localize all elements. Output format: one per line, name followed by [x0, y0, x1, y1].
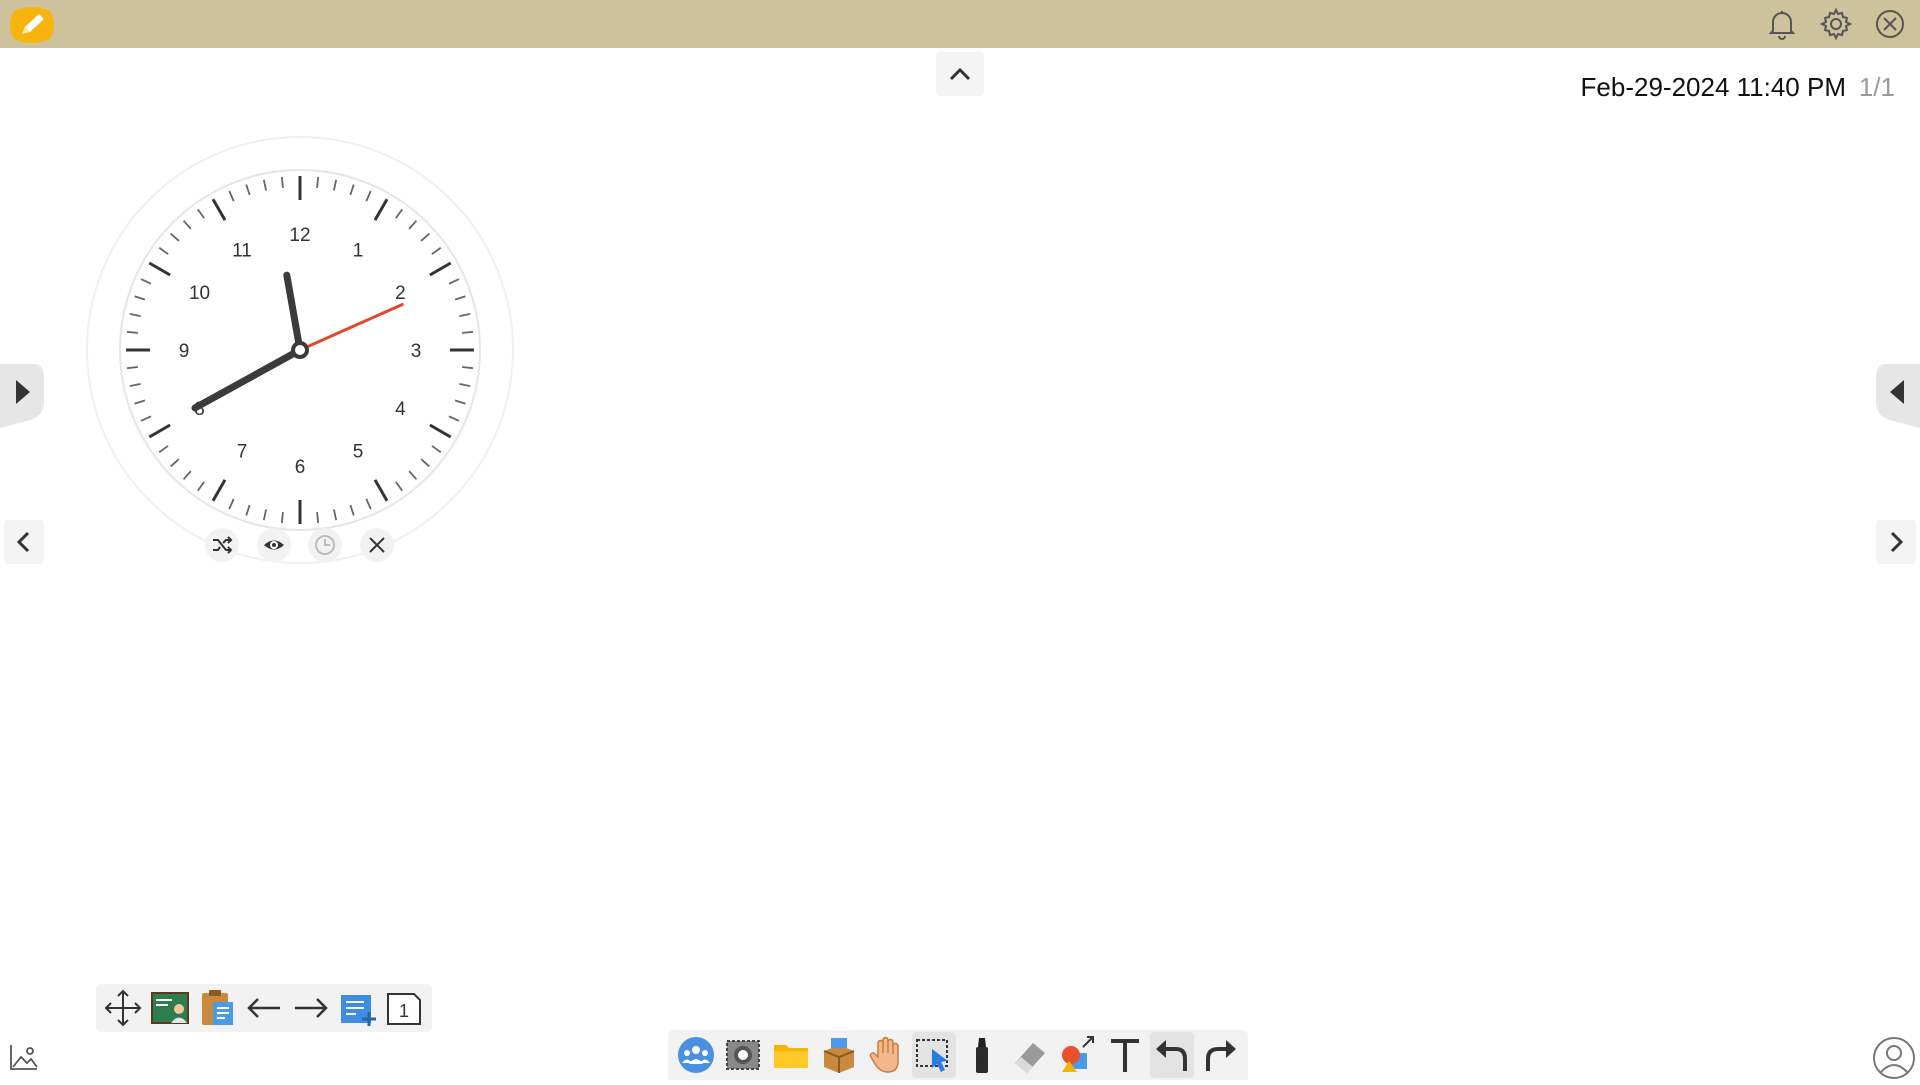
- clock-number: 7: [237, 441, 248, 462]
- capture-button[interactable]: [721, 1032, 765, 1078]
- shuffle-icon: [213, 536, 233, 554]
- page-count-label: 1/1: [1858, 72, 1895, 102]
- move-button[interactable]: [101, 986, 145, 1030]
- undo-button[interactable]: [1150, 1032, 1195, 1078]
- clock-number: 5: [353, 441, 364, 462]
- whiteboard-button[interactable]: [148, 986, 192, 1030]
- select-button[interactable]: [912, 1032, 957, 1078]
- add-page-button[interactable]: [336, 986, 380, 1030]
- minute-tick: [462, 330, 474, 334]
- datetime-label: Feb-29-2024 11:40 PM: [1580, 72, 1846, 102]
- eraser-button[interactable]: [1007, 1032, 1051, 1078]
- clock-number: 1: [353, 241, 364, 262]
- left-side-tab[interactable]: [0, 358, 48, 430]
- clipboard-button[interactable]: [195, 986, 239, 1030]
- folder-icon: [774, 1045, 809, 1068]
- user-icon: [1873, 1037, 1915, 1079]
- shapes-button[interactable]: [1055, 1032, 1099, 1078]
- clock-number: 6: [295, 457, 306, 478]
- marker-button[interactable]: [960, 1032, 1004, 1078]
- whiteboard-icon: [151, 992, 190, 1024]
- minute-tick: [316, 512, 320, 524]
- close-circle-icon[interactable]: [1872, 6, 1908, 42]
- gear-icon[interactable]: [1818, 6, 1854, 42]
- shuffle-button[interactable]: [205, 528, 239, 562]
- previous-page-button[interactable]: [4, 520, 44, 564]
- folder-button[interactable]: [769, 1032, 813, 1078]
- chevron-right-icon: [1890, 531, 1904, 553]
- minute-tick: [316, 176, 320, 188]
- hand-button[interactable]: [864, 1032, 908, 1078]
- minute-tick: [462, 366, 474, 370]
- clock-icon: [315, 535, 335, 555]
- user-account-button[interactable]: [1872, 1036, 1916, 1080]
- move-icon: [105, 989, 142, 1027]
- top-bar: [0, 0, 1920, 48]
- image-insert-button[interactable]: [8, 1042, 40, 1072]
- close-icon: [369, 537, 385, 553]
- next-page-button[interactable]: [1876, 520, 1916, 564]
- group-button[interactable]: [674, 1032, 718, 1078]
- text-icon: [1110, 1039, 1139, 1072]
- toolbox-icon: [823, 1038, 855, 1073]
- clock-number: 10: [189, 283, 210, 304]
- redo-button[interactable]: [1198, 1032, 1242, 1078]
- undo-icon: [1156, 1040, 1188, 1071]
- page-number-icon: 1: [387, 993, 422, 1025]
- text-button[interactable]: [1103, 1032, 1147, 1078]
- capture-icon: [726, 1040, 761, 1070]
- clock-number: 4: [395, 399, 406, 420]
- minute-tick: [126, 330, 138, 334]
- eraser-icon: [1015, 1043, 1046, 1073]
- clock-widget[interactable]: 12 1 2 3 4 5 6 7 8 9 10 11: [84, 134, 516, 566]
- image-icon: [10, 1045, 38, 1070]
- redo-icon: [1206, 1040, 1237, 1071]
- clock-number: 11: [232, 241, 252, 262]
- bell-icon[interactable]: [1764, 6, 1800, 42]
- group-icon: [677, 1037, 714, 1073]
- shapes-icon: [1062, 1036, 1095, 1072]
- clock-number: 3: [411, 341, 422, 362]
- close-clock-button[interactable]: [360, 528, 394, 562]
- clipboard-icon: [202, 990, 234, 1025]
- marker-icon: [975, 1038, 988, 1073]
- minute-tick: [126, 366, 138, 370]
- clock-number: 9: [179, 341, 190, 362]
- main-toolbar: [668, 1030, 1248, 1080]
- hand-icon: [870, 1036, 900, 1073]
- page-number-text: 1: [399, 1001, 409, 1021]
- page-number-button[interactable]: 1: [382, 986, 426, 1030]
- select-icon: [916, 1039, 949, 1072]
- eye-icon: [264, 540, 284, 550]
- analog-clock-face: 121234567891011: [86, 136, 514, 564]
- chevron-up-icon: [949, 67, 971, 81]
- clock-number: 12: [289, 225, 310, 246]
- minute-tick: [280, 512, 284, 524]
- play-left-icon: [1876, 364, 1920, 428]
- toolbox-button[interactable]: [817, 1032, 861, 1078]
- arrow-right-icon: [294, 998, 328, 1018]
- right-side-tab[interactable]: [1872, 358, 1920, 430]
- clock-number: 2: [395, 283, 406, 304]
- next-button[interactable]: [289, 986, 333, 1030]
- toggle-visibility-button[interactable]: [257, 528, 291, 562]
- pencil-logo-icon[interactable]: [8, 5, 56, 45]
- chevron-left-icon: [16, 531, 30, 553]
- previous-button[interactable]: [242, 986, 286, 1030]
- play-right-icon: [0, 364, 44, 428]
- collapse-toolbar-button[interactable]: [936, 52, 984, 96]
- arrow-left-icon: [247, 998, 280, 1018]
- clock-mode-button[interactable]: [308, 528, 342, 562]
- page-toolbar: 1: [96, 984, 432, 1032]
- add-page-icon: [340, 995, 376, 1026]
- minute-tick: [280, 176, 284, 188]
